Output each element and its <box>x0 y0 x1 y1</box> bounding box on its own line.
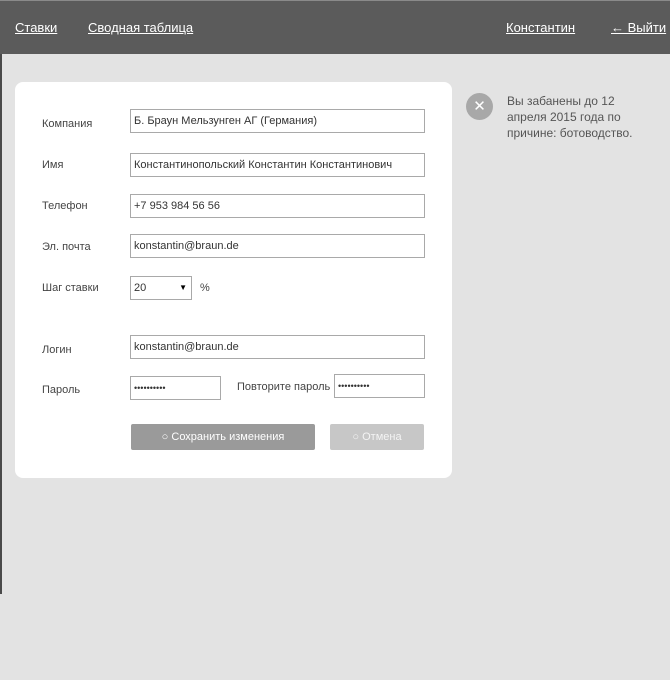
password-field[interactable]: •••••••••• <box>130 376 221 400</box>
nav-link-user-profile[interactable]: Константин <box>506 20 575 35</box>
page: Ставки Сводная таблица Константин ← Выйт… <box>0 0 670 680</box>
password-label: Пароль <box>42 384 81 396</box>
cancel-button[interactable]: ○ Отмена <box>330 424 424 450</box>
login-label: Логин <box>42 344 72 356</box>
profile-form-card: Компания Б. Браун Мельзунген АГ (Германи… <box>15 82 452 478</box>
bid-step-select[interactable]: 20 ▼ <box>130 276 192 300</box>
bid-step-unit: % <box>200 282 210 294</box>
close-icon[interactable]: ✕ <box>466 93 493 120</box>
login-field[interactable]: konstantin@braun.de <box>130 335 425 359</box>
phone-label: Телефон <box>42 200 88 212</box>
top-navigation-bar: Ставки Сводная таблица Константин ← Выйт… <box>0 0 670 54</box>
ban-notice-text: Вы забанены до 12 апреля 2015 года по пр… <box>507 94 633 140</box>
email-label: Эл. почта <box>42 241 91 253</box>
company-field[interactable]: Б. Браун Мельзунген АГ (Германия) <box>130 109 425 133</box>
bid-step-label: Шаг ставки <box>42 282 99 294</box>
nav-link-bids[interactable]: Ставки <box>15 20 57 35</box>
name-label: Имя <box>42 159 64 171</box>
left-edge-divider <box>0 54 2 594</box>
save-changes-button[interactable]: ○ Сохранить изменения <box>131 424 315 450</box>
name-field[interactable]: Константинопольский Константин Константи… <box>130 153 425 177</box>
bid-step-selected-value: 20 <box>134 282 147 294</box>
logout-link[interactable]: ← Выйти <box>611 20 666 35</box>
repeat-password-field[interactable]: •••••••••• <box>334 374 425 398</box>
company-label: Компания <box>42 118 93 130</box>
email-field[interactable]: konstantin@braun.de <box>130 234 425 258</box>
nav-link-summary-table[interactable]: Сводная таблица <box>88 20 193 35</box>
repeat-password-label: Повторите пароль <box>237 381 331 393</box>
phone-field[interactable]: +7 953 984 56 56 <box>130 194 425 218</box>
chevron-down-icon: ▼ <box>179 283 187 292</box>
